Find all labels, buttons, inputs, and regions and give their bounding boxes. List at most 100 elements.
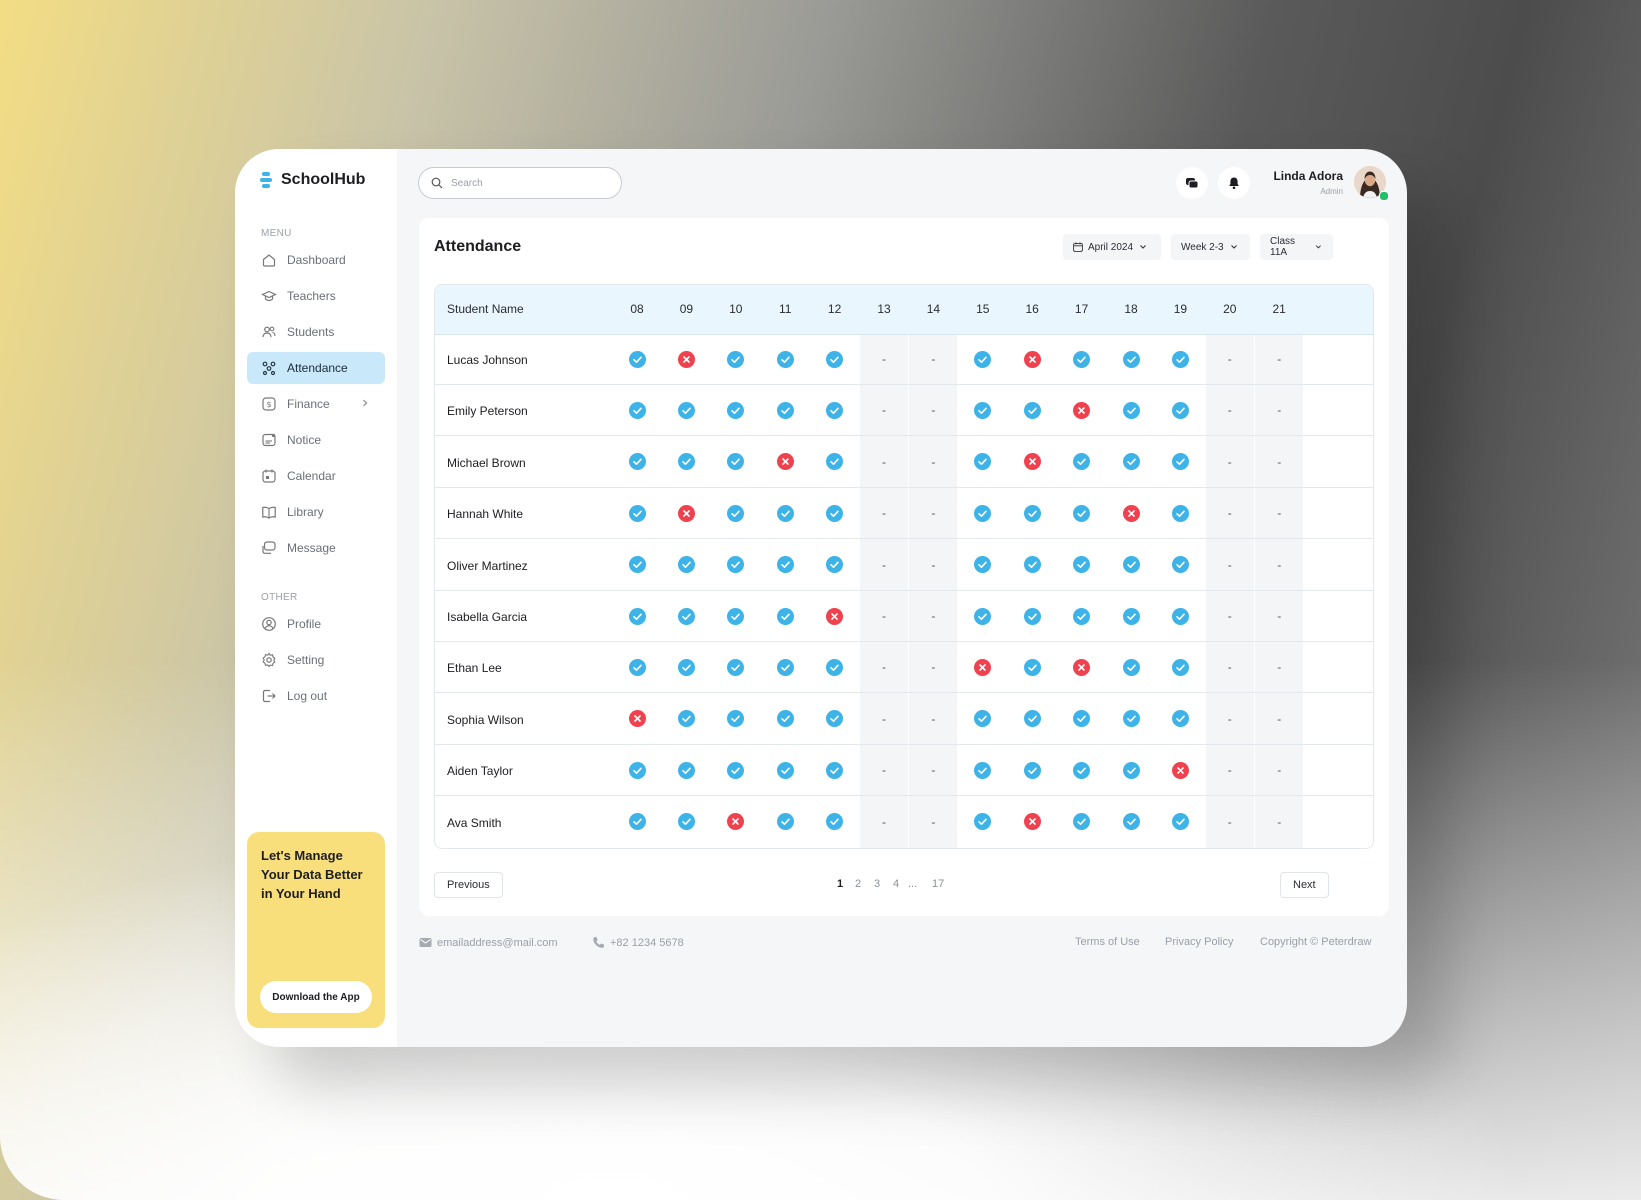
- present-icon[interactable]: [727, 658, 745, 676]
- absent-icon[interactable]: [974, 658, 992, 676]
- present-icon[interactable]: [727, 607, 745, 625]
- present-icon[interactable]: [776, 710, 794, 728]
- privacy-link[interactable]: Privacy Policy: [1165, 936, 1233, 948]
- present-icon[interactable]: [826, 813, 844, 831]
- sidebar-item-calendar[interactable]: Calendar: [247, 460, 385, 492]
- present-icon[interactable]: [776, 607, 794, 625]
- absent-icon[interactable]: [1171, 761, 1189, 779]
- absent-icon[interactable]: [1122, 504, 1140, 522]
- present-icon[interactable]: [1122, 658, 1140, 676]
- present-icon[interactable]: [974, 813, 992, 831]
- present-icon[interactable]: [1122, 761, 1140, 779]
- present-icon[interactable]: [727, 710, 745, 728]
- present-icon[interactable]: [628, 556, 646, 574]
- table-row[interactable]: Lucas Johnson - - - -: [435, 334, 1373, 385]
- absent-icon[interactable]: [628, 710, 646, 728]
- present-icon[interactable]: [1171, 401, 1189, 419]
- present-icon[interactable]: [628, 761, 646, 779]
- present-icon[interactable]: [677, 813, 695, 831]
- page-number-1[interactable]: 1: [837, 878, 843, 890]
- present-icon[interactable]: [628, 453, 646, 471]
- page-number-3[interactable]: 3: [874, 878, 880, 890]
- sidebar-item-library[interactable]: Library: [247, 496, 385, 528]
- present-icon[interactable]: [1122, 813, 1140, 831]
- present-icon[interactable]: [974, 453, 992, 471]
- present-icon[interactable]: [1171, 350, 1189, 368]
- present-icon[interactable]: [628, 813, 646, 831]
- absent-icon[interactable]: [1073, 658, 1091, 676]
- present-icon[interactable]: [1171, 813, 1189, 831]
- present-icon[interactable]: [826, 401, 844, 419]
- present-icon[interactable]: [628, 504, 646, 522]
- present-icon[interactable]: [974, 607, 992, 625]
- present-icon[interactable]: [1023, 607, 1041, 625]
- sidebar-item-teachers[interactable]: Teachers: [247, 280, 385, 312]
- present-icon[interactable]: [677, 710, 695, 728]
- present-icon[interactable]: [1073, 504, 1091, 522]
- present-icon[interactable]: [677, 658, 695, 676]
- present-icon[interactable]: [776, 556, 794, 574]
- present-icon[interactable]: [677, 401, 695, 419]
- present-icon[interactable]: [1122, 710, 1140, 728]
- table-row[interactable]: Hannah White - - - -: [435, 488, 1373, 540]
- present-icon[interactable]: [826, 556, 844, 574]
- present-icon[interactable]: [826, 658, 844, 676]
- previous-page-button[interactable]: Previous: [434, 872, 503, 898]
- present-icon[interactable]: [1023, 761, 1041, 779]
- footer-phone[interactable]: +82 1234 5678: [592, 936, 684, 949]
- present-icon[interactable]: [1171, 710, 1189, 728]
- present-icon[interactable]: [974, 761, 992, 779]
- present-icon[interactable]: [628, 607, 646, 625]
- absent-icon[interactable]: [727, 813, 745, 831]
- table-row[interactable]: Sophia Wilson - - - -: [435, 694, 1373, 745]
- present-icon[interactable]: [1073, 556, 1091, 574]
- sidebar-item-message[interactable]: Message: [247, 532, 385, 564]
- present-icon[interactable]: [776, 658, 794, 676]
- logo[interactable]: SchoolHub: [259, 171, 365, 189]
- present-icon[interactable]: [776, 761, 794, 779]
- present-icon[interactable]: [727, 556, 745, 574]
- present-icon[interactable]: [677, 607, 695, 625]
- present-icon[interactable]: [776, 401, 794, 419]
- present-icon[interactable]: [677, 761, 695, 779]
- absent-icon[interactable]: [826, 607, 844, 625]
- present-icon[interactable]: [974, 710, 992, 728]
- present-icon[interactable]: [677, 556, 695, 574]
- download-app-button[interactable]: Download the App: [260, 981, 372, 1013]
- sidebar-item-setting[interactable]: Setting: [247, 644, 385, 676]
- present-icon[interactable]: [826, 453, 844, 471]
- table-row[interactable]: Oliver Martinez - - - -: [435, 540, 1373, 591]
- table-row[interactable]: Ava Smith - - - -: [435, 797, 1373, 848]
- present-icon[interactable]: [1023, 504, 1041, 522]
- present-icon[interactable]: [1171, 658, 1189, 676]
- absent-icon[interactable]: [1023, 453, 1041, 471]
- sidebar-item-log-out[interactable]: Log out: [247, 680, 385, 712]
- present-icon[interactable]: [1023, 556, 1041, 574]
- absent-icon[interactable]: [1023, 350, 1041, 368]
- sidebar-item-profile[interactable]: Profile: [247, 608, 385, 640]
- absent-icon[interactable]: [1023, 813, 1041, 831]
- present-icon[interactable]: [727, 453, 745, 471]
- page-number-4[interactable]: 4: [893, 878, 899, 890]
- present-icon[interactable]: [1171, 556, 1189, 574]
- present-icon[interactable]: [1023, 658, 1041, 676]
- table-row[interactable]: Ethan Lee - - - -: [435, 642, 1373, 694]
- present-icon[interactable]: [1122, 401, 1140, 419]
- present-icon[interactable]: [1122, 556, 1140, 574]
- search-input[interactable]: [449, 176, 613, 190]
- present-icon[interactable]: [1171, 453, 1189, 471]
- month-filter[interactable]: April 2024: [1063, 234, 1161, 260]
- present-icon[interactable]: [776, 350, 794, 368]
- present-icon[interactable]: [1073, 453, 1091, 471]
- table-row[interactable]: Michael Brown - - - -: [435, 437, 1373, 488]
- absent-icon[interactable]: [1073, 401, 1091, 419]
- present-icon[interactable]: [727, 401, 745, 419]
- footer-email[interactable]: emailaddress@mail.com: [419, 936, 558, 949]
- table-row[interactable]: Aiden Taylor - - - -: [435, 745, 1373, 797]
- present-icon[interactable]: [677, 453, 695, 471]
- present-icon[interactable]: [1171, 607, 1189, 625]
- week-filter[interactable]: Week 2-3: [1171, 234, 1250, 260]
- sidebar-item-students[interactable]: Students: [247, 316, 385, 348]
- present-icon[interactable]: [628, 401, 646, 419]
- present-icon[interactable]: [1073, 710, 1091, 728]
